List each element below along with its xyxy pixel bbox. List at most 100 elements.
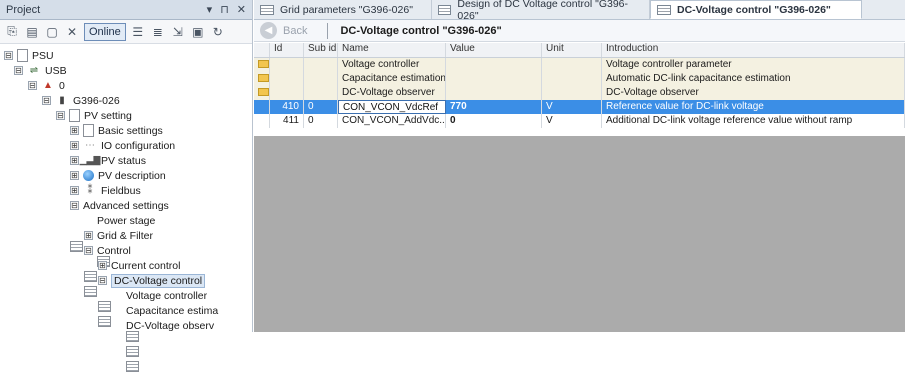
cell-sub-id: 0 [304,100,338,114]
tree-node-fieldbus[interactable]: ⊞ ⁑ Fieldbus [70,183,141,198]
export-icon[interactable]: ⇲ [170,24,186,40]
tree-node-voltage-controller[interactable]: Voltage controller [126,288,207,342]
tree-label: Power stage [97,214,156,227]
collapse-icon[interactable]: ⊟ [98,276,107,285]
table-row[interactable]: DC-Voltage observer DC-Voltage observer [254,86,905,100]
header-value[interactable]: Value [446,43,542,57]
back-arrow-icon[interactable]: ◀ [260,22,277,39]
cell-id [270,58,304,72]
tree-node-dc-voltage-observer[interactable]: DC-Voltage observ [126,318,214,372]
header-introduction[interactable]: Introduction [602,43,905,57]
folder-icon [254,72,270,86]
expand-icon[interactable]: ⊞ [70,156,79,165]
collapse-icon[interactable]: ⊟ [42,96,51,105]
tab-label: Design of DC Voltage control "G396-026" [457,0,629,22]
device-icon [17,49,28,62]
tree-node-dc-voltage-control[interactable]: ⊟ DC-Voltage control [98,273,206,327]
delete-icon[interactable]: ✕ [64,24,80,40]
row-icon-cell [254,100,270,114]
table-header: Id Sub id Name Value Unit Introduction [254,43,905,58]
tree-node-grid-filter[interactable]: ⊞ Grid & Filter [84,228,153,282]
header-id[interactable]: Id [270,43,304,57]
details-icon[interactable]: ≣ [150,24,166,40]
usb-icon: ⇌ [29,65,39,76]
tree-label: PV setting [84,109,132,122]
expand-icon[interactable]: ⊞ [70,141,79,150]
header-sub-id[interactable]: Sub id [304,43,338,57]
online-button[interactable]: Online [84,22,126,41]
collapse-icon[interactable]: ⊟ [4,51,13,60]
tree-label: Control [97,244,131,257]
table-row[interactable]: Capacitance estimation Automatic DC-link… [254,72,905,86]
cell-unit [542,58,602,72]
close-icon[interactable]: ✕ [237,3,246,16]
tree-label: 0 [59,79,65,92]
table-row-selected[interactable]: 410 0 CON_VCON_VdcRef 770 V Reference va… [254,100,905,114]
collapse-icon[interactable]: ⊟ [14,66,23,75]
tree-node-pv-description[interactable]: ⊞ PV description [70,168,166,183]
image-icon[interactable]: ▣ [190,24,206,40]
collapse-icon[interactable]: ⊟ [28,81,37,90]
cell-name: Capacitance estimation [338,72,446,86]
tree-node-advanced-settings[interactable]: ⊟ Advanced settings [70,198,169,252]
tree-node-pv-status[interactable]: ⊞ ▁▃▇ PV status [70,153,146,168]
grid-icon [438,4,452,15]
collapse-icon[interactable]: ⊟ [56,111,65,120]
cell-name: DC-Voltage observer [338,86,446,100]
tree-label: USB [45,64,67,77]
open-icon[interactable]: ▤ [24,24,40,40]
tree-label: Fieldbus [101,184,141,197]
cell-sub-id [304,86,338,100]
tree-label: G396-026 [73,94,120,107]
table-row[interactable]: Voltage controller Voltage controller pa… [254,58,905,72]
folder-icon [254,58,270,72]
expand-icon[interactable]: ⊞ [70,171,79,180]
cell-value[interactable]: 0 [446,114,542,128]
expand-icon[interactable]: ⊞ [84,231,93,240]
tab-grid-parameters[interactable]: Grid parameters "G396-026" [254,0,432,19]
doc-icon [83,124,94,137]
tree-node-basic-settings[interactable]: ⊞ Basic settings [70,123,163,138]
expand-icon[interactable]: ⊞ [70,126,79,135]
table-row[interactable]: 411 0 CON_VCON_AddVdc... 0 V Additional … [254,114,905,128]
cell-value[interactable]: 770 [446,100,542,114]
back-button[interactable]: Back [283,25,307,37]
cell-unit: V [542,114,602,128]
cell-value [446,72,542,86]
parameter-table: Id Sub id Name Value Unit Introduction V… [254,43,905,128]
grid-icon [126,346,139,357]
cell-introduction: DC-Voltage observer [602,86,905,100]
cell-name: Voltage controller [338,58,446,72]
header-unit[interactable]: Unit [542,43,602,57]
pin-icon[interactable]: ⊓ [220,3,229,16]
page-title: DC-Voltage control "G396-026" [340,24,502,37]
expand-icon[interactable]: ⊞ [70,186,79,195]
tab-label: DC-Voltage control "G396-026" [677,3,831,16]
tree-node-io-config[interactable]: ⊞ ⋯ IO configuration [70,138,175,153]
cell-name-editor[interactable]: CON_VCON_VdcRef [338,100,446,114]
tree-node-g396[interactable]: ⊟ ▮ G396-026 [42,93,120,108]
tree-node-port[interactable]: ⊟ ▲ 0 [28,78,65,93]
header-name[interactable]: Name [338,43,446,57]
tree-node-power-stage[interactable]: Power stage [97,213,156,267]
tree-node-usb[interactable]: ⊟ ⇌ USB [14,63,67,78]
tab-dc-voltage-control[interactable]: DC-Voltage control "G396-026" [650,0,862,19]
cell-introduction: Automatic DC-link capacitance estimation [602,72,905,86]
tree-node-control[interactable]: ⊟ Control [84,243,131,297]
tree-node-psu[interactable]: ⊟ PSU [4,48,54,63]
tab-design-dc-voltage[interactable]: Design of DC Voltage control "G396-026" [432,0,650,22]
grid-icon [260,4,274,15]
collapse-icon[interactable]: ⊟ [84,246,93,255]
tree-node-pv-setting[interactable]: ⊟ PV setting [56,108,132,123]
expand-icon[interactable]: ⊞ [98,261,107,270]
tree-node-current-control[interactable]: ⊞ Current control [98,258,180,312]
panel-menu-icon[interactable]: ▾ [207,3,213,16]
cell-introduction: Voltage controller parameter [602,58,905,72]
collapse-icon[interactable]: ⊟ [70,201,79,210]
tree-label: Advanced settings [83,199,169,212]
new-icon[interactable]: ⎘ [4,24,20,40]
copy-icon[interactable]: ▢ [44,24,60,40]
refresh-icon[interactable]: ↻ [210,24,226,40]
list-icon[interactable]: ☰ [130,24,146,40]
tree-node-capacitance-estimation[interactable]: Capacitance estima [126,303,218,357]
